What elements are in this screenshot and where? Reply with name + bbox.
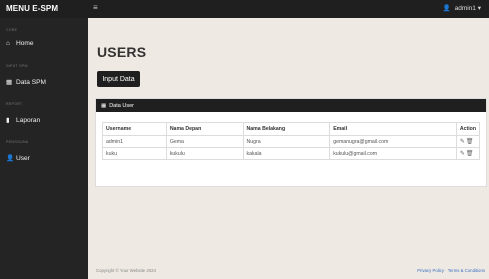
- terms-link[interactable]: Terms & Conditions: [448, 268, 485, 273]
- main-content: USERS Input Data ▦ Data User Username Na…: [88, 18, 489, 279]
- sidebar-item-user[interactable]: 👤 User: [6, 154, 30, 163]
- table-row: admin1 Gema Nugra gemanugra@gmail.com ✎🗑: [102, 135, 481, 148]
- card-title: Data User: [109, 102, 134, 109]
- column-header: Nama Belakang: [242, 122, 331, 136]
- users-table: Username Nama Depan Nama Belakang Email …: [102, 122, 481, 160]
- user-icon: 👤: [6, 155, 15, 162]
- sidebar-section-input: INPUT SPM: [6, 64, 28, 68]
- cell-username: kuku: [102, 147, 167, 160]
- trash-icon[interactable]: 🗑: [466, 139, 475, 145]
- sidebar-section-core: CORE: [6, 28, 18, 32]
- user-name: admin1: [454, 5, 476, 12]
- table-icon: ▦: [6, 79, 13, 86]
- data-user-card: ▦ Data User Username Nama Depan Nama Bel…: [95, 98, 487, 187]
- cell-email: kukulu@gmail.com: [329, 147, 457, 160]
- privacy-policy-link[interactable]: Privacy Policy: [417, 268, 444, 273]
- sidebar-item-data-spm[interactable]: ▦ Data SPM: [6, 78, 47, 87]
- cell-nama-belakang: kakala: [242, 147, 331, 160]
- column-header: Nama Depan: [165, 122, 244, 136]
- copyright-text: Copyright © Your Website 2024: [96, 268, 156, 273]
- file-icon: ▮: [6, 117, 10, 124]
- footer-separator: ·: [445, 268, 447, 273]
- footer-links: Privacy Policy · Terms & Conditions: [417, 268, 485, 273]
- sidebar-item-label: Data SPM: [16, 78, 47, 86]
- sidebar-item-home[interactable]: ⌂ Home: [6, 40, 34, 47]
- cell-username: admin1: [102, 135, 167, 148]
- cell-email: gemanugra@gmail.com: [329, 135, 457, 148]
- sidebar: CORE ⌂ Home INPUT SPM ▦ Data SPM REPORT …: [0, 18, 88, 279]
- sidebar-section-report: REPORT: [6, 102, 23, 106]
- table-row: kuku kukulu kakala kukulu@gmail.com ✎🗑: [102, 147, 481, 160]
- column-header: Email: [329, 122, 457, 136]
- table-header-row: Username Nama Depan Nama Belakang Email …: [102, 122, 481, 136]
- sidebar-item-label: Laporan: [16, 116, 41, 124]
- sidebar-item-laporan[interactable]: ▮ Laporan: [6, 116, 41, 125]
- footer: Copyright © Your Website 2024 Privacy Po…: [88, 262, 489, 279]
- cell-nama-belakang: Nugra: [242, 135, 331, 148]
- card-header: ▦ Data User: [96, 99, 486, 112]
- column-header: Username: [102, 122, 167, 136]
- trash-icon[interactable]: 🗑: [466, 151, 475, 157]
- sidebar-section-pengguna: PENGGUNA: [6, 140, 29, 144]
- home-icon: ⌂: [6, 40, 10, 47]
- cell-action: ✎🗑: [455, 135, 481, 148]
- input-data-button[interactable]: Input Data: [97, 71, 140, 87]
- cell-nama-depan: kukulu: [165, 147, 244, 160]
- sidebar-item-label: User: [16, 154, 30, 162]
- caret-down-icon: ▾: [477, 5, 481, 12]
- column-header: Action: [455, 122, 481, 136]
- cell-nama-depan: Gema: [165, 135, 244, 148]
- top-navbar: MENU E-SPM ≡ 👤 admin1 ▾: [0, 0, 489, 18]
- user-dropdown[interactable]: 👤 admin1 ▾: [443, 4, 481, 12]
- user-icon: 👤: [442, 5, 451, 12]
- table-icon: ▦: [101, 102, 107, 109]
- bars-icon[interactable]: ≡: [93, 3, 98, 12]
- sidebar-item-label: Home: [16, 40, 34, 47]
- page-title: USERS: [97, 44, 147, 60]
- brand-title[interactable]: MENU E-SPM: [6, 4, 58, 13]
- cell-action: ✎🗑: [455, 147, 481, 160]
